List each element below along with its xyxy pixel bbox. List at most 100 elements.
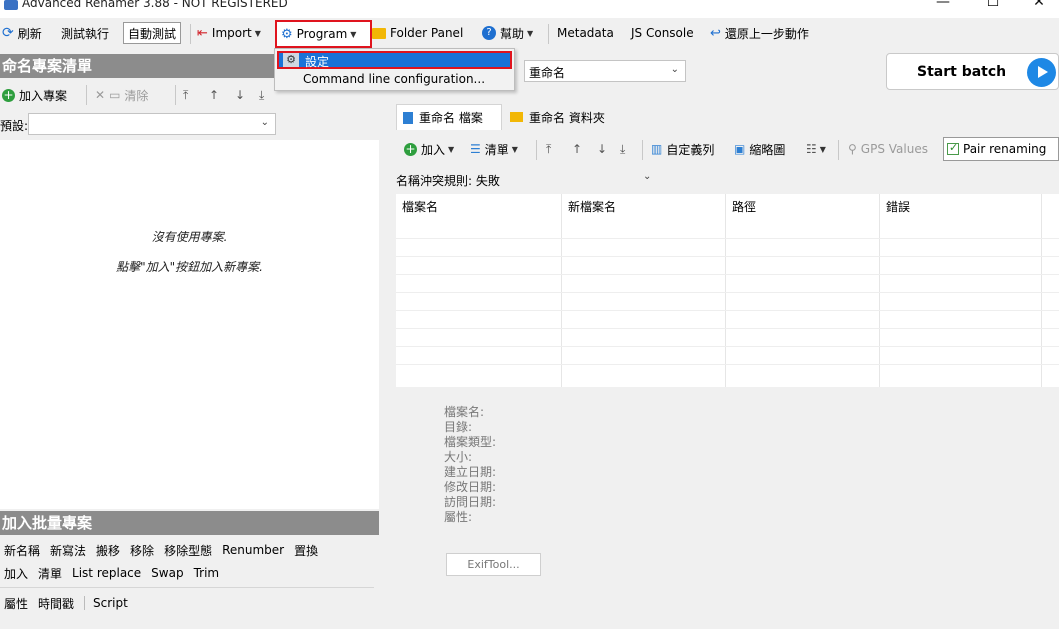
menu-item-settings[interactable]: ⚙ 設定 [277, 51, 512, 69]
column-header-new-filename[interactable]: 新檔案名 [562, 194, 616, 220]
arrow-up-icon: ↑ [209, 88, 220, 102]
add-method-label: 加入專案 [19, 88, 68, 103]
exiftool-button[interactable]: ExifTool... [446, 553, 541, 576]
chevron-down-icon: ▼ [254, 28, 261, 38]
test-run-button[interactable]: 測試執行 [61, 20, 109, 46]
method-new-case[interactable]: 新寫法 [50, 542, 86, 559]
info-size: 大小: [444, 450, 473, 464]
method-timestamp[interactable]: 時間戳 [38, 595, 74, 612]
move-bottom-button[interactable]: ⤓ [620, 136, 625, 162]
method-trim[interactable]: Trim [194, 566, 220, 580]
undo-button[interactable]: ↩ 還原上一步動作 [710, 20, 809, 46]
menu-item-label: 設定 [305, 55, 330, 69]
app-icon [4, 0, 18, 10]
remove-method-button[interactable]: ✕ ▭ 清除 [95, 82, 148, 108]
toolbar-separator [536, 140, 537, 160]
method-add[interactable]: 加入 [4, 565, 28, 582]
move-top-button[interactable]: ⤒ [546, 136, 551, 162]
method-move[interactable]: 搬移 [96, 542, 120, 559]
list-icon: ☷ [806, 142, 817, 156]
file-table[interactable]: 檔案名 新檔案名 路徑 錯誤 [396, 194, 1059, 387]
preset-label: 預設: [0, 119, 29, 133]
method-remove[interactable]: 移除 [130, 542, 154, 559]
refresh-icon: ⟳ [2, 25, 14, 41]
column-header-filename[interactable]: 檔案名 [396, 194, 438, 220]
chevron-down-icon: ▼ [511, 144, 518, 154]
folder-panel-button[interactable]: Folder Panel [372, 20, 463, 46]
import-icon: ⇤ [197, 25, 208, 41]
pair-renaming-toggle[interactable]: Pair renaming [943, 137, 1059, 161]
close-button[interactable]: ✕ [1016, 0, 1059, 16]
move-down-button[interactable]: ↓ [235, 82, 245, 108]
program-menu-button[interactable]: ⚙ Program ▼ [275, 20, 372, 48]
method-new-name[interactable]: 新名稱 [4, 542, 40, 559]
menu-item-command-line-config[interactable]: Command line configuration... [303, 72, 485, 86]
refresh-button[interactable]: ⟳ 刷新 [2, 20, 42, 46]
method-row-1: 新名稱 新寫法 搬移 移除 移除型態 Renumber 置換 [4, 539, 328, 561]
move-top-button[interactable]: ⤒ [183, 82, 188, 108]
move-down-button[interactable]: ↓ [597, 136, 607, 162]
conflict-rule-select[interactable]: 名稱沖突規則: 失敗 ⌄ [396, 170, 659, 192]
tab-rename-folders[interactable]: 重命名 資料夾 [504, 104, 620, 130]
move-up-button[interactable]: ↑ [572, 136, 582, 162]
method-row-2: 加入 清單 List replace Swap Trim [4, 562, 229, 584]
gear-icon: ⚙ [283, 53, 299, 67]
method-swap[interactable]: Swap [151, 566, 183, 580]
import-button[interactable]: ⇤ Import ▼ [197, 20, 261, 46]
row-divider [396, 256, 1059, 257]
empty-message: 沒有使用專案. [151, 230, 228, 244]
column-divider [561, 194, 562, 387]
close-icon: ✕ [95, 88, 106, 102]
column-header-error[interactable]: 錯誤 [880, 194, 910, 220]
toolbar-separator [190, 24, 191, 44]
maximize-button[interactable]: ☐ [970, 0, 1016, 16]
preset-row: 預設: ⌄ [0, 113, 379, 137]
file-icon [403, 111, 413, 124]
add-files-button[interactable]: + 加入 ▼ [404, 136, 454, 162]
add-method-button[interactable]: + 加入專案 [2, 82, 67, 108]
row-divider [396, 274, 1059, 275]
toolbar-separator [175, 85, 176, 105]
list-button[interactable]: ☰ 清單 ▼ [470, 136, 518, 162]
image-icon: ▣ [734, 142, 746, 156]
preset-select[interactable]: ⌄ [28, 113, 276, 135]
help-button[interactable]: ? 幫助 ▼ [482, 20, 533, 46]
method-list[interactable]: 沒有使用專案. 點擊"加入"按鈕加入新專案. [0, 140, 379, 509]
method-attributes[interactable]: 屬性 [4, 595, 28, 612]
move-up-button[interactable]: ↑ [209, 82, 219, 108]
arrow-down-icon: ↓ [235, 88, 246, 102]
move-bottom-button[interactable]: ⤓ [259, 82, 264, 108]
arrow-up-icon: ↑ [572, 142, 583, 156]
toolbar-separator [838, 140, 839, 160]
start-batch-label: Start batch [917, 64, 1007, 80]
method-remove-pattern[interactable]: 移除型態 [164, 542, 212, 559]
custom-columns-button[interactable]: ▥ 自定義列 [651, 136, 714, 162]
js-console-button[interactable]: JS Console [631, 20, 694, 46]
start-batch-button[interactable]: Start batch [886, 53, 1059, 90]
main-toolbar: ⟳ 刷新 測試執行 自動測試 ⇤ Import ▼ Folder Panel ?… [0, 20, 1059, 48]
list-label: 清單 [484, 142, 509, 157]
minimize-button[interactable]: — [920, 0, 966, 16]
program-icon: ⚙ [281, 26, 293, 42]
method-list-replace[interactable]: List replace [72, 566, 141, 580]
auto-test-button[interactable]: 自動測試 [123, 22, 182, 44]
method-renumber[interactable]: Renumber [222, 543, 284, 557]
chevron-down-icon: ⌄ [643, 171, 652, 182]
method-script[interactable]: Script [84, 596, 128, 610]
mode-select[interactable]: 重命名 ⌄ [524, 60, 686, 82]
undo-label: 還原上一步動作 [724, 26, 809, 41]
checkbox-icon [947, 141, 959, 155]
info-file-type: 檔案類型: [444, 435, 497, 449]
column-header-path[interactable]: 路徑 [726, 194, 756, 220]
view-options-button[interactable]: ☷ ▼ [806, 136, 826, 162]
row-divider [396, 364, 1059, 365]
method-replace[interactable]: 置換 [294, 542, 318, 559]
tab-rename-files[interactable]: 重命名 檔案 [396, 104, 502, 130]
method-list[interactable]: 清單 [38, 565, 62, 582]
info-directory: 目錄: [444, 420, 473, 434]
thumbnails-label: 縮略圖 [749, 142, 786, 157]
gps-values-button[interactable]: ⚲ GPS Values [848, 136, 928, 162]
metadata-button[interactable]: Metadata [557, 20, 614, 46]
toolbar-separator [548, 24, 549, 44]
thumbnails-button[interactable]: ▣ 縮略圖 [734, 136, 785, 162]
